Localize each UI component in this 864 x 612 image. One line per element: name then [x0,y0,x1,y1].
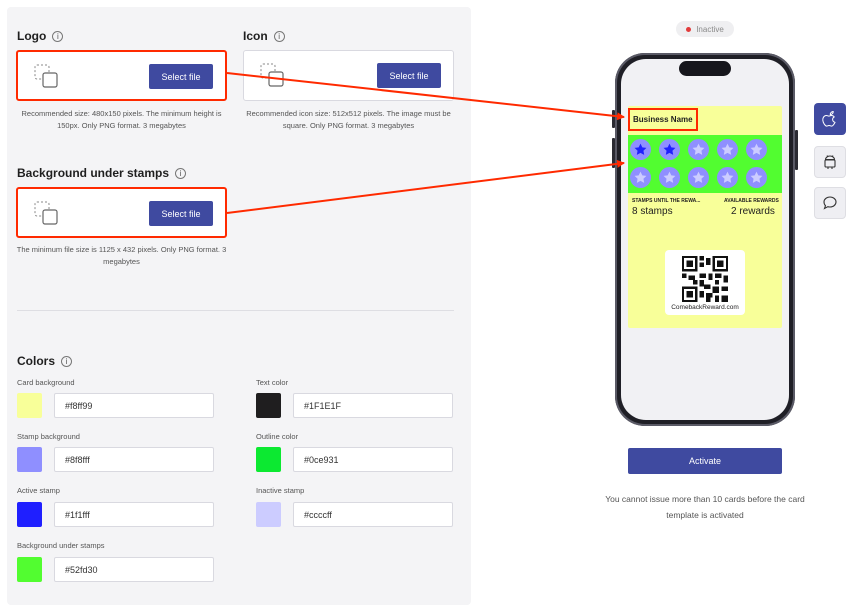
star-icon [663,143,676,155]
active-stamp-input[interactable]: #1f1fff [54,502,214,527]
stamps-value: 8 stamps [632,206,673,217]
stamp [659,167,680,188]
stamp [659,139,680,160]
star-icon [750,171,763,183]
image-placeholder-icon [34,64,58,88]
rewards-label: AVAILABLE REWARDS [724,198,779,204]
platform-apple-button[interactable] [814,103,846,135]
card-background-input[interactable]: #f8ff99 [54,393,214,418]
platform-android-button[interactable] [814,146,846,178]
color-label: Background under stamps [17,541,105,550]
stamp [746,167,767,188]
star-icon [692,171,705,183]
stamp [746,139,767,160]
stamp [688,167,709,188]
color-label: Card background [17,378,75,387]
star-icon [692,143,705,155]
stamp-background-input[interactable]: #8f8fff [54,447,214,472]
business-name: Business Name [628,108,698,131]
phone-button [795,130,798,170]
colors-section-title: Colors i [17,354,73,368]
color-label: Outline color [256,432,299,441]
background-hint: The minimum file size is 1125 x 432 pixe… [16,245,227,266]
activate-button[interactable]: Activate [628,448,782,474]
color-swatch-background-under-stamps[interactable] [17,557,42,582]
color-swatch-active-stamp[interactable] [17,502,42,527]
icon-upload-box[interactable]: Select file [243,50,454,101]
color-swatch-card-background[interactable] [17,393,42,418]
image-placeholder-icon [260,63,284,87]
color-label: Active stamp [17,486,60,495]
outline-color-input[interactable]: #0ce931 [293,447,453,472]
color-swatch-inactive-stamp[interactable] [256,502,281,527]
stamp [630,167,651,188]
icon-section-title: Icon i [243,29,285,43]
status-badge: Inactive [676,21,734,37]
logo-section-title: Logo i [17,29,64,43]
logo-upload-box[interactable]: Select file [16,50,227,101]
info-icon[interactable]: i [273,30,285,42]
qr-code-icon [682,256,728,302]
stamp [717,139,738,160]
page: Logo i Select file Recommended size: 480… [0,0,864,612]
logo-select-file-button[interactable]: Select file [149,64,213,89]
info-icon[interactable]: i [61,355,73,367]
color-label: Text color [256,378,289,387]
activation-note: You cannot issue more than 10 cards befo… [605,494,805,520]
status-dot-icon [686,26,692,32]
stamps-area [628,135,782,193]
android-icon [824,155,836,169]
stamp [688,139,709,160]
star-icon [721,171,734,183]
apple-icon [822,111,836,127]
background-upload-box[interactable]: Select file [16,187,227,238]
divider [17,310,454,311]
platform-chat-button[interactable] [814,187,846,219]
background-select-file-button[interactable]: Select file [149,201,213,226]
info-icon[interactable]: i [175,167,187,179]
color-label: Stamp background [17,432,80,441]
color-swatch-stamp-background[interactable] [17,447,42,472]
phone-notch [679,61,731,76]
qr-caption: ComebackReward.com [671,304,739,311]
stamps-label: STAMPS UNTIL THE REWA... [632,198,701,204]
rewards-value: 2 rewards [731,206,775,217]
inactive-stamp-input[interactable]: #ccccff [293,502,453,527]
color-swatch-text-color[interactable] [256,393,281,418]
star-icon [663,171,676,183]
star-icon [634,143,647,155]
star-icon [750,143,763,155]
background-section-title: Background under stamps i [17,166,187,180]
icon-hint: Recommended icon size: 512x512 pixels. T… [246,109,451,130]
background-under-stamps-input[interactable]: #52fd30 [54,557,214,582]
star-icon [634,171,647,183]
color-label: Inactive stamp [256,486,305,495]
text-color-input[interactable]: #1F1E1F [293,393,453,418]
color-swatch-outline-color[interactable] [256,447,281,472]
stamp [630,139,651,160]
icon-select-file-button[interactable]: Select file [377,63,441,88]
chat-icon [823,196,837,210]
image-placeholder-icon [34,201,58,225]
logo-hint: Recommended size: 480x150 pixels. The mi… [21,109,222,130]
info-icon[interactable]: i [52,30,64,42]
star-icon [721,143,734,155]
stamp [717,167,738,188]
